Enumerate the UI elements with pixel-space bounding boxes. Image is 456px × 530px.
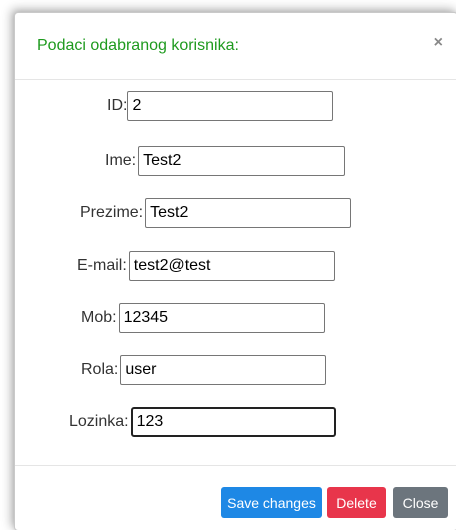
- email-label: E-mail:: [77, 257, 127, 274]
- prezime-field-row: Prezime:: [80, 197, 352, 229]
- rola-field-row: Rola:: [81, 354, 327, 386]
- lozinka-label: Lozinka:: [69, 413, 129, 430]
- modal-header: Podaci odabranog korisnika: ×: [15, 13, 456, 80]
- page-backdrop: Podaci odabranog korisnika: × ID: Ime: P…: [0, 0, 456, 530]
- mob-label: Mob:: [81, 309, 117, 326]
- rola-label: Rola:: [81, 361, 119, 378]
- rola-input[interactable]: [120, 355, 327, 385]
- close-button[interactable]: Close: [393, 487, 448, 518]
- modal-title: Podaci odabranog korisnika:: [37, 37, 239, 54]
- id-input[interactable]: [127, 91, 334, 121]
- lozinka-input[interactable]: [130, 407, 336, 437]
- mob-input[interactable]: [118, 303, 325, 333]
- prezime-label: Prezime:: [80, 204, 144, 221]
- lozinka-field-row: Lozinka:: [69, 406, 336, 438]
- save-changes-button[interactable]: Save changes: [221, 487, 322, 518]
- mob-field-row: Mob:: [81, 302, 325, 334]
- user-details-modal: Podaci odabranog korisnika: × ID: Ime: P…: [14, 12, 456, 530]
- close-icon[interactable]: ×: [434, 35, 443, 51]
- ime-label: Ime:: [105, 152, 137, 169]
- email-field-row: E-mail:: [77, 250, 335, 282]
- id-field-row: ID:: [107, 90, 334, 122]
- ime-field-row: Ime:: [105, 145, 346, 177]
- prezime-input[interactable]: [145, 198, 352, 228]
- delete-button[interactable]: Delete: [327, 487, 386, 518]
- ime-input[interactable]: [138, 146, 346, 176]
- email-input[interactable]: [128, 251, 335, 281]
- modal-footer: Save changes Delete Close: [15, 465, 456, 530]
- id-label: ID:: [107, 97, 128, 114]
